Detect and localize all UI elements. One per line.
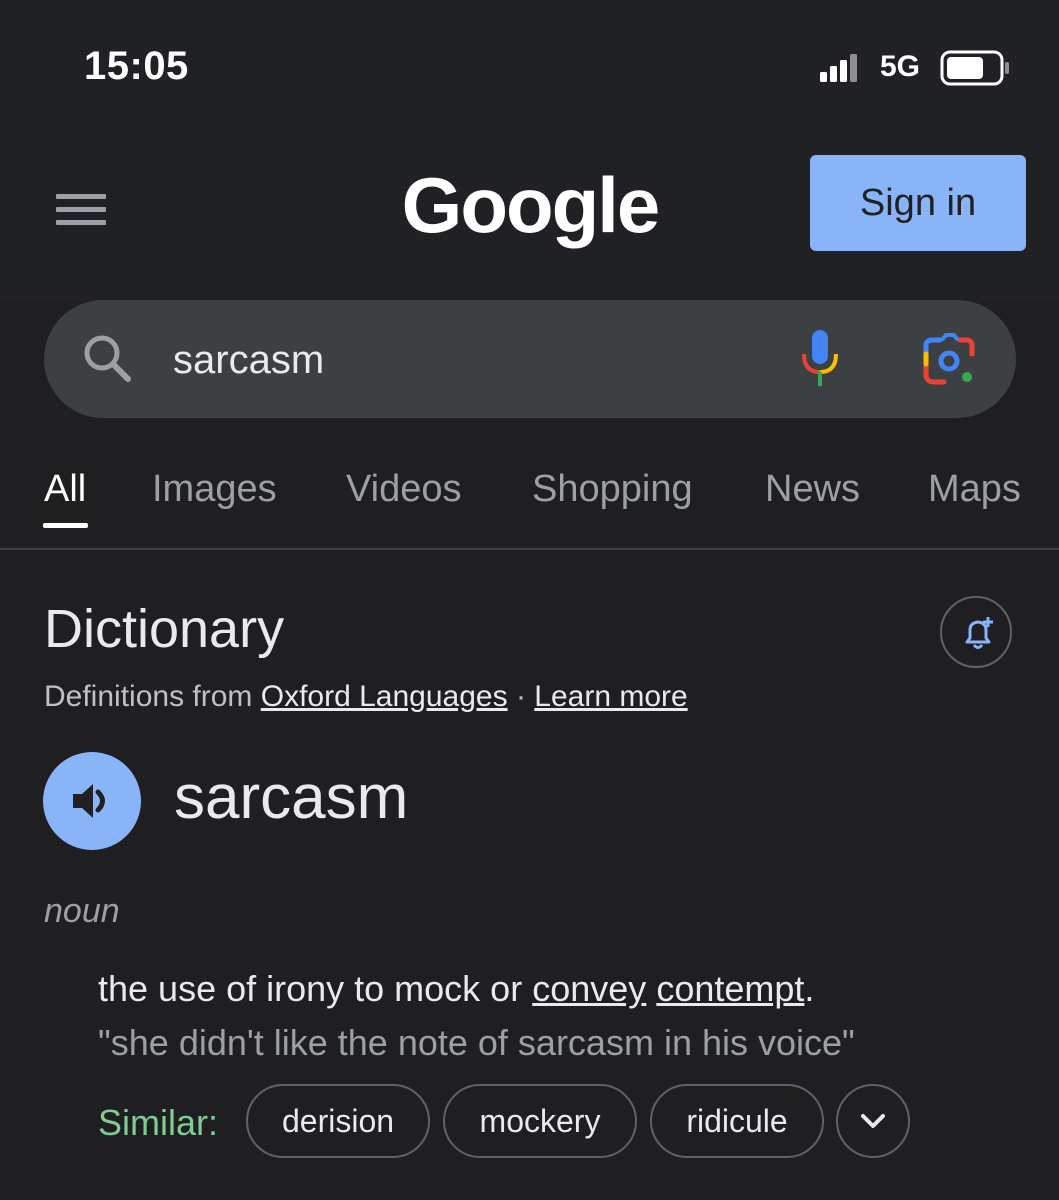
contempt-link[interactable]: contempt xyxy=(656,968,804,1009)
similar-chip-ridicule[interactable]: ridicule xyxy=(650,1084,824,1158)
alert-bell-button[interactable] xyxy=(940,596,1012,668)
google-logo[interactable]: Google xyxy=(330,160,730,251)
tabs-divider xyxy=(0,548,1059,550)
menu-icon[interactable] xyxy=(52,186,110,232)
tab-shopping[interactable]: Shopping xyxy=(532,468,693,511)
google-lens-icon[interactable] xyxy=(922,332,978,388)
definition-text: the use of irony to mock or convey conte… xyxy=(98,968,814,1010)
oxford-languages-link[interactable]: Oxford Languages xyxy=(261,680,508,713)
source-prefix: Definitions from xyxy=(44,680,253,713)
tab-images[interactable]: Images xyxy=(152,468,277,511)
example-sentence: "she didn't like the note of sarcasm in … xyxy=(98,1022,855,1063)
microphone-icon[interactable] xyxy=(800,328,840,388)
chevron-down-icon xyxy=(861,1114,885,1128)
results-area: All Images Videos Shopping News Maps Dic… xyxy=(0,300,1059,1200)
tab-news[interactable]: News xyxy=(765,468,860,511)
headword: sarcasm xyxy=(174,763,409,832)
bell-plus-icon xyxy=(965,617,993,649)
part-of-speech: noun xyxy=(44,892,120,930)
dictionary-title: Dictionary xyxy=(44,599,285,659)
similar-chip-mockery[interactable]: mockery xyxy=(443,1084,637,1158)
sign-in-button[interactable]: Sign in xyxy=(810,155,1026,251)
similar-chip-derision[interactable]: derision xyxy=(246,1084,430,1158)
tab-videos[interactable]: Videos xyxy=(346,468,462,511)
definition-suffix: . xyxy=(804,968,815,1009)
search-icon[interactable] xyxy=(82,333,134,385)
source-separator: · xyxy=(515,680,526,713)
app-header: 15:05 5G Google Sign in xyxy=(0,0,1059,300)
pronounce-button[interactable] xyxy=(43,752,141,850)
tab-all[interactable]: All xyxy=(44,468,86,511)
cell-signal-icon xyxy=(820,54,857,82)
battery-icon xyxy=(940,50,1009,86)
similar-label: Similar: xyxy=(98,1102,219,1143)
definition-prefix: the use of irony to mock or xyxy=(98,968,523,1009)
learn-more-link[interactable]: Learn more xyxy=(534,680,687,713)
status-time: 15:05 xyxy=(84,44,189,88)
expand-similar-button[interactable] xyxy=(836,1084,910,1158)
search-tabs: All Images Videos Shopping News Maps xyxy=(0,460,1059,550)
convey-link[interactable]: convey xyxy=(532,968,646,1009)
definition-source: Definitions from Oxford Languages · Lear… xyxy=(44,680,688,714)
speaker-icon xyxy=(73,784,105,818)
tab-maps[interactable]: Maps xyxy=(928,468,1021,511)
active-tab-indicator xyxy=(43,523,88,528)
network-type: 5G xyxy=(880,50,921,83)
search-input[interactable] xyxy=(173,338,733,383)
